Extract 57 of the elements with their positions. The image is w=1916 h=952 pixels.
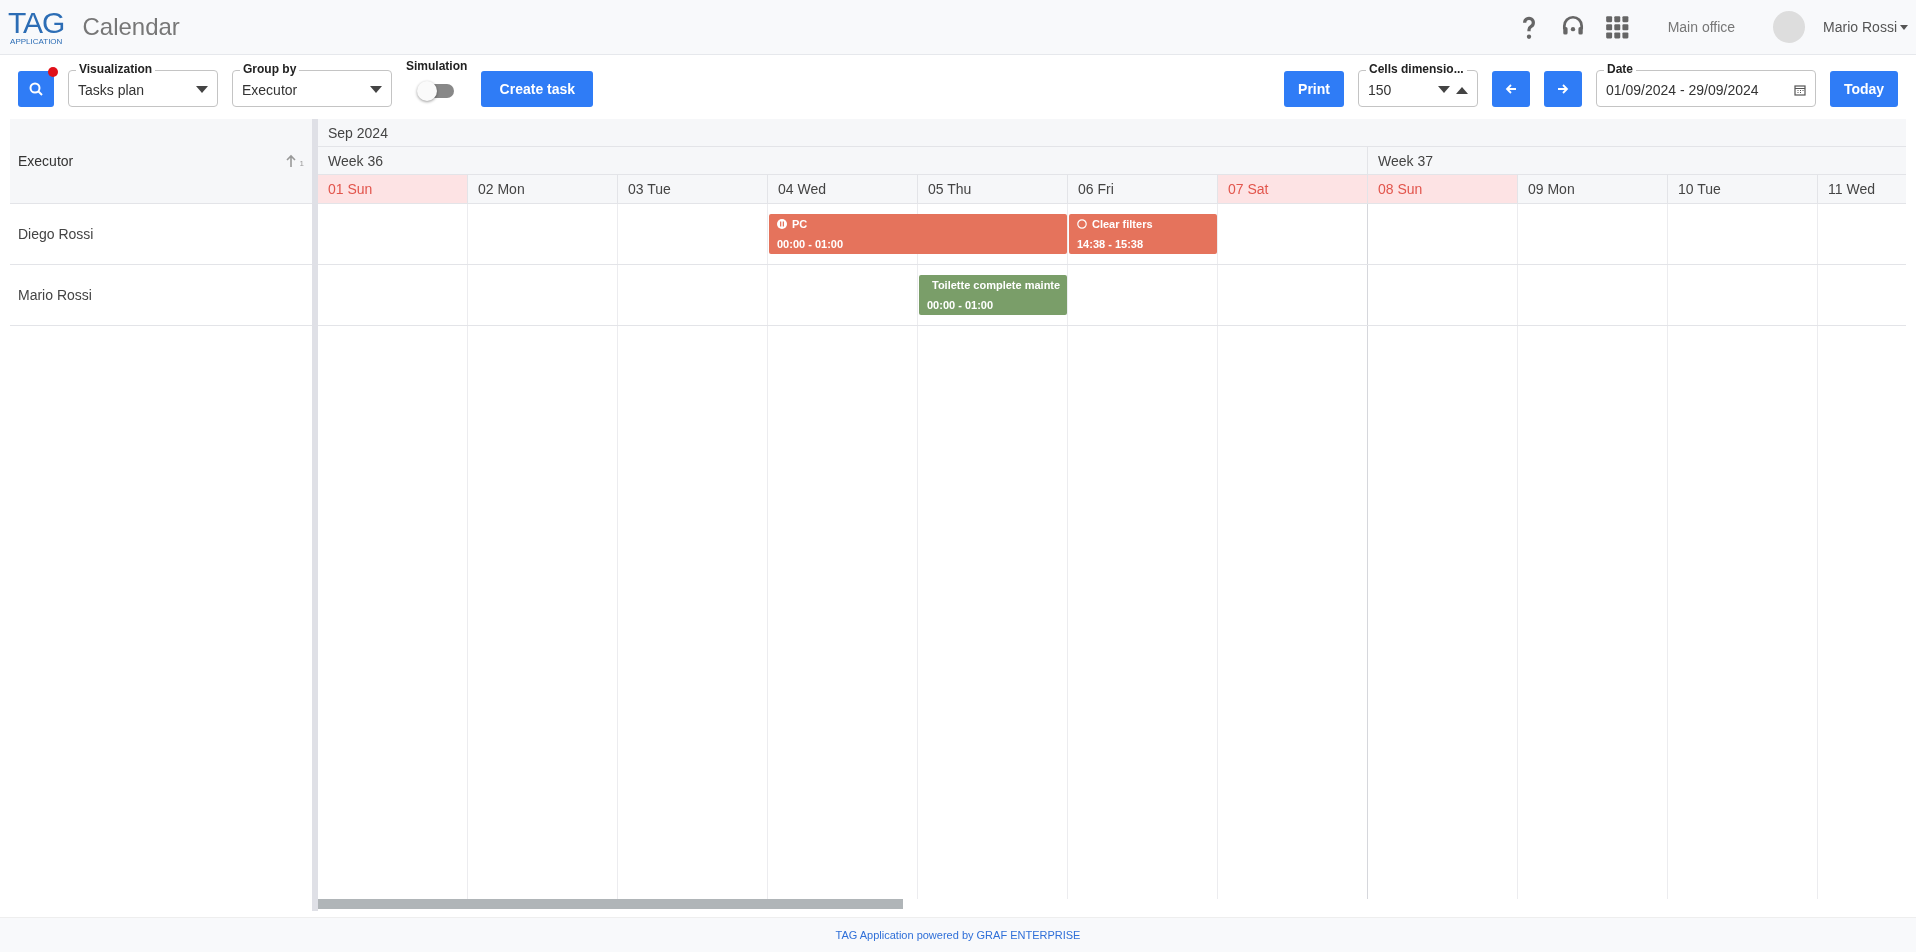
caret-up-icon[interactable] [1456, 85, 1468, 94]
visualization-select[interactable]: Visualization Tasks plan [68, 61, 218, 107]
caret-icon [1438, 85, 1450, 94]
day-header: 09 Mon [1518, 175, 1668, 203]
search-icon [29, 82, 43, 96]
column-title: Executor [18, 153, 74, 169]
horizontal-scrollbar[interactable] [318, 899, 903, 909]
event-title: Toilette complete mainte [932, 279, 1061, 291]
sort-up-arrow-icon[interactable] [284, 154, 297, 168]
sort-order-number: 1 [299, 159, 304, 168]
print-button[interactable]: Print [1284, 71, 1344, 107]
task-event[interactable]: Clear filters 14:38 - 15:38 [1069, 214, 1217, 254]
calendar-icon[interactable] [1794, 83, 1806, 96]
group-by-select[interactable]: Group by Executor [232, 61, 392, 107]
day-header: 03 Tue [618, 175, 768, 203]
day-header: 07 Sat [1218, 175, 1368, 203]
caret-icon [1900, 24, 1908, 30]
event-time: 14:38 - 15:38 [1077, 238, 1145, 250]
next-button[interactable] [1544, 71, 1582, 107]
user-avatar [1773, 11, 1806, 43]
logo: TAG APPLICATION [8, 8, 65, 46]
pause-icon [777, 219, 787, 229]
today-button[interactable]: Today [1830, 71, 1898, 107]
week-header: Week 37 [1368, 147, 1906, 174]
day-header: 11 Wed [1818, 175, 1906, 203]
event-title: PC [792, 218, 808, 230]
previous-button[interactable] [1492, 71, 1530, 107]
user-menu[interactable]: Mario Rossi [1823, 19, 1908, 35]
executor-column-header[interactable]: Executor 1 [10, 119, 312, 204]
footer-credit: TAG Application powered by GRAF ENTERPRISE [0, 917, 1916, 952]
create-task-button[interactable]: Create task [481, 71, 594, 107]
month-header: Sep 2024 [318, 119, 1906, 146]
caret-icon [196, 85, 208, 94]
office-name[interactable]: Main office [1667, 19, 1736, 35]
executor-name: Diego Rossi [10, 204, 312, 265]
day-header: 08 Sun [1368, 175, 1518, 203]
right-arrow-icon [1557, 83, 1569, 95]
day-header: 04 Wed [768, 175, 918, 203]
event-time: 00:00 - 01:00 [927, 299, 995, 311]
date-range-field[interactable]: Date 01/09/2024 - 29/09/2024 [1596, 61, 1816, 107]
executor-name: Mario Rossi [10, 265, 312, 326]
event-title: Clear filters [1092, 218, 1153, 230]
day-header: 05 Thu [918, 175, 1068, 203]
task-event[interactable]: PC 00:00 - 01:00 [769, 214, 1067, 254]
simulation-label: Simulation [406, 59, 468, 73]
day-header: 01 Sun [318, 175, 468, 203]
event-time: 00:00 - 01:00 [777, 238, 845, 250]
circle-icon [1077, 219, 1087, 229]
page-title: Calendar [82, 13, 180, 41]
caret-icon [370, 85, 382, 94]
cells-dimension-field[interactable]: Cells dimensio... 150 [1358, 61, 1478, 107]
day-header: 02 Mon [468, 175, 618, 203]
week-header: Week 36 [318, 147, 1368, 174]
apps-grid-icon[interactable] [1603, 14, 1630, 40]
task-event[interactable]: Toilette complete mainte 00:00 - 01:00 [919, 275, 1067, 315]
day-header: 10 Tue [1668, 175, 1818, 203]
left-arrow-icon [1505, 83, 1517, 95]
